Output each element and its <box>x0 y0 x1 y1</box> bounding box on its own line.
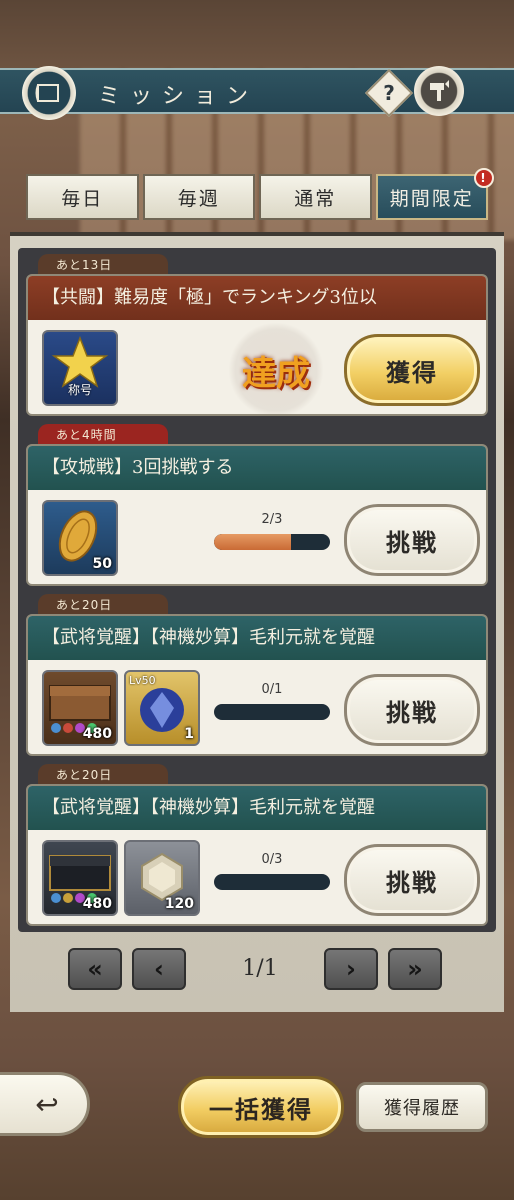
mission-card: あと4時間 【攻城戦】3回挑戦する 50 2/3 挑戦 <box>26 424 496 586</box>
challenge-button[interactable]: 挑戦 <box>344 844 480 916</box>
back-arrow-icon: ↩ <box>35 1087 59 1121</box>
mission-body: 【攻城戦】3回挑戦する 50 2/3 挑戦 <box>26 444 488 586</box>
next-page-button[interactable]: › <box>324 948 378 990</box>
tab-limited-label: 期間限定 <box>389 187 474 210</box>
reward-quantity: 120 <box>164 896 194 912</box>
prev-page-button[interactable]: ‹ <box>132 948 186 990</box>
tab-normal[interactable]: 通常 <box>259 174 372 220</box>
mission-body: 【共闘】難易度「極」でランキング3位以 称号 達成 獲得 <box>26 274 488 416</box>
reward-quantity: 480 <box>82 896 112 912</box>
last-page-button[interactable]: » <box>388 948 442 990</box>
scroll-icon <box>35 84 59 102</box>
time-remaining: あと20日 <box>38 764 168 786</box>
tab-limited[interactable]: 期間限定 ! <box>375 168 494 220</box>
mission-panel: あと13日 【共闘】難易度「極」でランキング3位以 称号 達成 獲得 あと4時間… <box>10 232 504 1012</box>
mission-card: あと20日 【武将覚醒】【神機妙算】毛利元就を覚醒 480 <box>26 764 496 926</box>
progress-bar <box>214 534 330 550</box>
reward-quantity: 1 <box>184 726 194 742</box>
claim-button[interactable]: 獲得 <box>344 334 480 406</box>
mission-card: あと20日 【武将覚醒】【神機妙算】毛利元就を覚醒 480 <box>26 594 496 756</box>
mission-title: 【攻城戦】3回挑戦する <box>28 446 486 490</box>
claim-history-button[interactable]: 獲得履歴 <box>356 1082 488 1132</box>
mission-tabs: 毎日 毎週 通常 期間限定 ! <box>26 168 494 220</box>
progress-fill <box>214 534 292 550</box>
tab-daily[interactable]: 毎日 <box>26 174 139 220</box>
page-title: ミッション <box>98 84 259 109</box>
reward-title-item[interactable]: 称号 <box>42 330 118 406</box>
mission-title: 【共闘】難易度「極」でランキング3位以 <box>28 276 486 320</box>
reward-crystal-item[interactable]: Lv50 1 <box>124 670 200 746</box>
mission-body: 【武将覚醒】【神機妙算】毛利元就を覚醒 480 Lv50 1 0/1 挑戦 <box>26 614 488 756</box>
reward-level: Lv50 <box>129 674 156 687</box>
bulk-claim-button[interactable]: 一括獲得 <box>178 1076 344 1138</box>
progress-bar <box>214 704 330 720</box>
completed-stamp: 達成 <box>228 322 324 414</box>
reward-quantity: 50 <box>92 556 112 572</box>
reward-chest-item[interactable]: 480 <box>42 670 118 746</box>
challenge-button[interactable]: 挑戦 <box>344 674 480 746</box>
page-indicator: 1/1 <box>242 956 278 981</box>
hammer-icon <box>430 80 449 101</box>
header-bar: ミッション ? <box>0 66 514 120</box>
scroll-menu-button[interactable] <box>22 66 76 120</box>
progress-text: 0/3 <box>261 852 283 867</box>
reward-caption: 称号 <box>67 383 92 397</box>
time-remaining: あと13日 <box>38 254 168 276</box>
help-button[interactable]: ? <box>364 68 414 118</box>
progress-text: 2/3 <box>261 512 283 527</box>
question-icon: ? <box>383 81 395 105</box>
back-button[interactable]: ↩ <box>0 1072 90 1136</box>
mission-title: 【武将覚醒】【神機妙算】毛利元就を覚醒 <box>28 786 486 830</box>
reward-koban-item[interactable]: 50 <box>42 500 118 576</box>
mission-body: 【武将覚醒】【神機妙算】毛利元就を覚醒 480 120 0/3 挑戦 <box>26 784 488 926</box>
progress-text: 0/1 <box>261 682 283 697</box>
hammer-button[interactable] <box>414 66 464 116</box>
pagination: « ‹ 1/1 › » <box>68 948 448 994</box>
challenge-button[interactable]: 挑戦 <box>344 504 480 576</box>
mission-card: あと13日 【共闘】難易度「極」でランキング3位以 称号 達成 獲得 <box>26 254 496 416</box>
tab-weekly[interactable]: 毎週 <box>142 174 255 220</box>
time-remaining: あと4時間 <box>38 424 168 446</box>
notification-badge: ! <box>474 168 494 188</box>
time-remaining: あと20日 <box>38 594 168 616</box>
reward-quantity: 480 <box>82 726 112 742</box>
reward-chest-item[interactable]: 480 <box>42 840 118 916</box>
first-page-button[interactable]: « <box>68 948 122 990</box>
progress-bar <box>214 874 330 890</box>
mission-list[interactable]: あと13日 【共闘】難易度「極」でランキング3位以 称号 達成 獲得 あと4時間… <box>18 248 496 932</box>
mission-title: 【武将覚醒】【神機妙算】毛利元就を覚醒 <box>28 616 486 660</box>
reward-hexagon-item[interactable]: 120 <box>124 840 200 916</box>
